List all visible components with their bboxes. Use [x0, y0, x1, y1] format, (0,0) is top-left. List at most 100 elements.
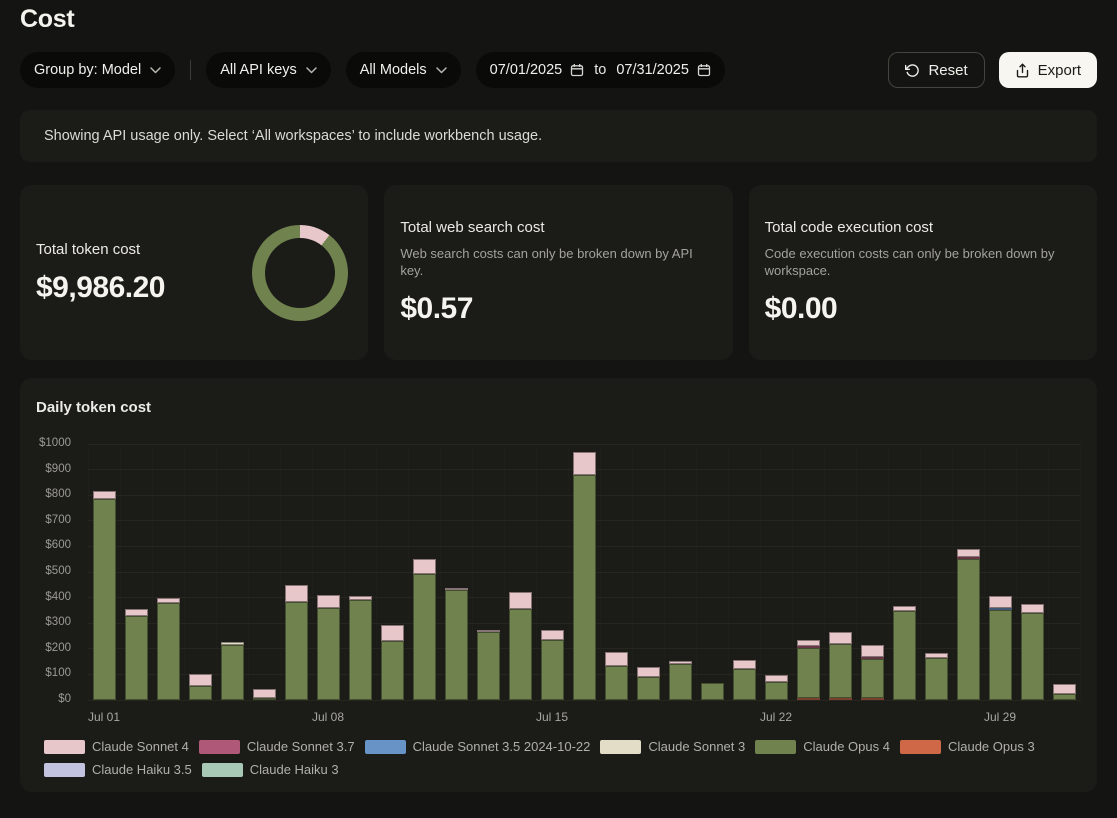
card-title: Total web search cost [400, 219, 716, 236]
calendar-icon[interactable] [697, 63, 711, 77]
date-to-input[interactable]: 07/31/2025 [616, 62, 689, 78]
bar [765, 675, 788, 700]
bar-slot [216, 642, 248, 700]
bar-segment [733, 669, 756, 700]
bar-segment [285, 585, 308, 602]
bar [701, 683, 724, 700]
bar-slot [88, 491, 120, 700]
x-axis-label: Jul 15 [536, 710, 568, 724]
vertical-gridline [1080, 444, 1081, 700]
token-cost-value: $9,986.20 [36, 271, 165, 305]
bar-segment [733, 660, 756, 669]
bar [253, 689, 276, 700]
bar-slot [184, 674, 216, 700]
bar [381, 625, 404, 700]
models-select[interactable]: All Models [346, 52, 461, 88]
bar [1021, 604, 1044, 700]
total-token-cost-card: Total token cost $9,986.20 [20, 185, 368, 360]
legend-label: Claude Sonnet 3 [648, 739, 745, 754]
bar-slot [568, 452, 600, 700]
legend-label: Claude Sonnet 4 [92, 739, 189, 754]
bar [189, 674, 212, 700]
bar-segment [573, 475, 596, 700]
bar [605, 652, 628, 700]
chevron-down-icon [150, 67, 161, 74]
bar-segment [701, 683, 724, 700]
card-description: Code execution costs can only be broken … [765, 246, 1065, 279]
code-execution-cost-card: Total code execution cost Code execution… [749, 185, 1097, 360]
bar-slot [440, 588, 472, 700]
x-axis-label: Jul 22 [760, 710, 792, 724]
calendar-icon[interactable] [570, 63, 584, 77]
card-title: Total code execution cost [765, 219, 1081, 236]
legend-item: Claude Opus 3 [900, 739, 1035, 754]
group-by-select[interactable]: Group by: Model [20, 52, 175, 88]
bar-segment [1053, 694, 1076, 700]
bar-segment [93, 499, 116, 700]
bar-segment [509, 592, 532, 609]
bar-segment [253, 698, 276, 700]
bar-segment [925, 658, 948, 700]
page-title: Cost [20, 6, 1097, 33]
bar-segment [797, 698, 820, 700]
bar [93, 491, 116, 700]
bar [221, 642, 244, 700]
bar-segment [349, 600, 372, 700]
bar-segment [317, 595, 340, 608]
chart-title: Daily token cost [36, 399, 1081, 416]
bar-segment [957, 559, 980, 700]
bar-slot [856, 645, 888, 700]
cost-page: Cost Group by: Model All API keys All Mo… [0, 6, 1117, 792]
reset-button[interactable]: Reset [888, 52, 984, 88]
gridline [88, 444, 1080, 445]
bar [669, 661, 692, 700]
bar [477, 630, 500, 700]
y-axis-tick: $700 [45, 514, 71, 526]
bar-segment [605, 652, 628, 666]
bar-segment [413, 574, 436, 700]
legend-item: Claude Haiku 3 [202, 762, 339, 777]
bar-slot [920, 653, 952, 700]
bar-segment [829, 632, 852, 643]
bar-slot [120, 609, 152, 700]
bar-segment [541, 640, 564, 700]
bar-segment [989, 596, 1012, 608]
bar-slot [1016, 604, 1048, 700]
bar-segment [125, 616, 148, 700]
bar-slot [344, 596, 376, 700]
bar-segment [189, 674, 212, 686]
legend-swatch [900, 740, 941, 754]
bar [157, 598, 180, 700]
bar-slot [152, 598, 184, 700]
legend-item: Claude Sonnet 3 [600, 739, 745, 754]
bar [925, 653, 948, 700]
toolbar: Group by: Model All API keys All Models … [20, 52, 1097, 88]
group-by-label: Group by: Model [34, 62, 141, 78]
export-icon [1015, 63, 1030, 78]
legend-label: Claude Haiku 3 [250, 762, 339, 777]
legend-swatch [202, 763, 243, 777]
bar [797, 640, 820, 700]
legend-item: Claude Opus 4 [755, 739, 890, 754]
export-button[interactable]: Export [999, 52, 1097, 88]
bar [125, 609, 148, 700]
bar-slot [312, 595, 344, 700]
bar [861, 645, 884, 700]
bar [413, 559, 436, 700]
bar-slot [408, 559, 440, 700]
date-from-input[interactable]: 07/01/2025 [490, 62, 563, 78]
bar-slot [824, 632, 856, 700]
code-execution-cost-value: $0.00 [765, 292, 1081, 326]
summary-cards: Total token cost $9,986.20 Total web sea… [20, 185, 1097, 360]
y-axis-tick: $400 [45, 591, 71, 603]
reset-label: Reset [928, 62, 967, 79]
api-keys-select[interactable]: All API keys [206, 52, 331, 88]
bar-segment [797, 648, 820, 698]
y-axis-tick: $800 [45, 488, 71, 500]
legend-item: Claude Haiku 3.5 [44, 762, 192, 777]
bar-segment [669, 664, 692, 700]
legend-label: Claude Opus 4 [803, 739, 890, 754]
bar-segment [1053, 684, 1076, 693]
bar-segment [637, 667, 660, 677]
y-axis-tick: $100 [45, 667, 71, 679]
